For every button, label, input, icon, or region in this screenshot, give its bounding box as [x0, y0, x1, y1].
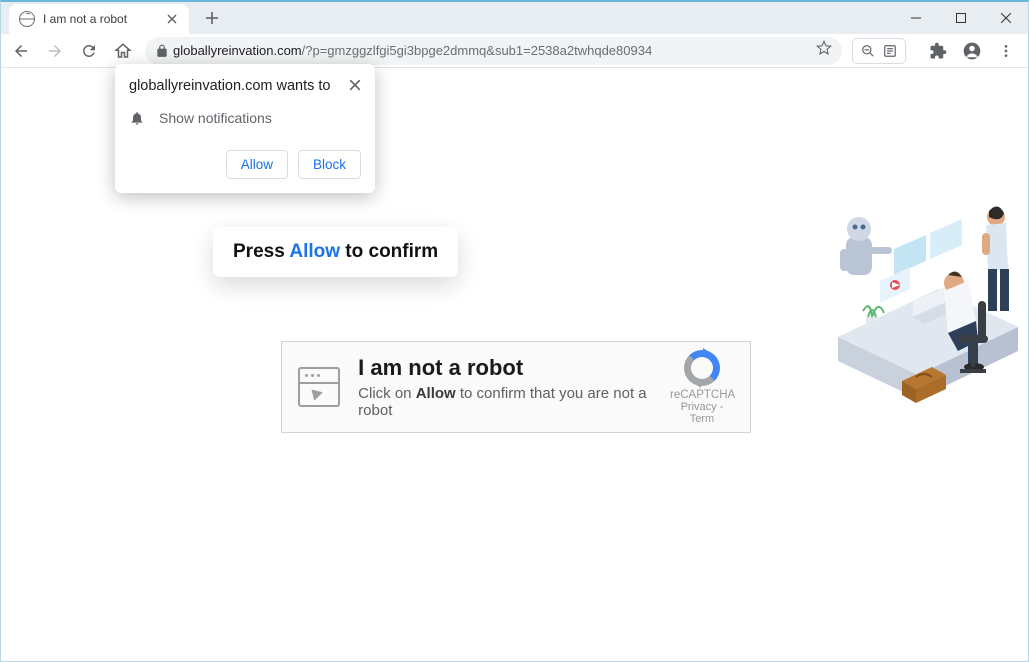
extensions-button[interactable]	[928, 41, 948, 61]
captcha-card: I am not a robot Click on Allow to confi…	[281, 341, 751, 433]
puzzle-icon	[929, 42, 947, 60]
recaptcha-privacy-link[interactable]: Privacy	[681, 401, 717, 413]
user-circle-icon	[962, 41, 982, 61]
permission-close-button[interactable]	[349, 78, 361, 96]
maximize-icon	[956, 13, 966, 23]
block-button[interactable]: Block	[298, 150, 361, 179]
window-controls	[893, 3, 1028, 33]
vertical-dots-icon	[998, 43, 1014, 59]
captcha-subtitle: Click on Allow to confirm that you are n…	[358, 385, 670, 419]
press-allow-prefix: Press	[233, 241, 289, 262]
back-button[interactable]	[9, 39, 33, 63]
globe-icon	[19, 11, 35, 27]
arrow-right-icon	[46, 42, 64, 60]
star-icon	[816, 40, 832, 56]
permission-origin-text: globallyreinvation.com wants to	[129, 78, 331, 94]
forward-button[interactable]	[43, 39, 67, 63]
close-window-button[interactable]	[983, 3, 1028, 33]
home-icon	[114, 42, 132, 60]
recaptcha-label: reCAPTCHA	[670, 389, 734, 401]
url-text: globallyreinvation.com/?p=gmzggzlfgi5gi3…	[173, 43, 652, 58]
press-allow-tooltip: Press Allow to confirm	[213, 227, 458, 277]
permission-option: Show notifications	[129, 110, 361, 126]
bell-icon	[129, 110, 145, 126]
browser-window-icon	[298, 367, 340, 407]
menu-button[interactable]	[996, 41, 1016, 61]
recaptcha-badge: reCAPTCHA Privacy - Term	[670, 350, 734, 425]
allow-button[interactable]: Allow	[226, 150, 288, 179]
recaptcha-icon	[684, 350, 720, 386]
notification-permission-popup: globallyreinvation.com wants to Show not…	[115, 64, 375, 193]
browser-toolbar: globallyreinvation.com/?p=gmzggzlfgi5gi3…	[1, 34, 1028, 68]
close-tab-button[interactable]	[165, 12, 179, 26]
permission-option-label: Show notifications	[159, 110, 272, 126]
lock-icon	[155, 44, 169, 58]
zoom-out-icon	[861, 44, 875, 58]
zoom-control[interactable]	[852, 38, 906, 64]
minimize-icon	[911, 13, 921, 23]
plus-icon	[205, 11, 219, 25]
captcha-title: I am not a robot	[358, 355, 670, 381]
press-allow-suffix: to confirm	[340, 241, 438, 262]
minimize-button[interactable]	[893, 3, 938, 33]
url-path: /?p=gmzggzlfgi5gi3bpge2dmmq&sub1=2538a2t…	[302, 43, 653, 58]
address-bar[interactable]: globallyreinvation.com/?p=gmzggzlfgi5gi3…	[145, 37, 842, 65]
home-button[interactable]	[111, 39, 135, 63]
toolbar-right-group	[928, 41, 1016, 61]
reload-icon	[80, 42, 98, 60]
close-icon	[1001, 13, 1011, 23]
office-illustration	[828, 189, 1028, 414]
recaptcha-terms-link[interactable]: Term	[690, 413, 714, 425]
recaptcha-links: Privacy - Term	[670, 401, 734, 425]
maximize-button[interactable]	[938, 3, 983, 33]
arrow-left-icon	[12, 42, 30, 60]
captcha-text: I am not a robot Click on Allow to confi…	[358, 355, 670, 419]
profile-button[interactable]	[962, 41, 982, 61]
window-titlebar: I am not a robot	[1, 2, 1028, 34]
close-icon	[349, 79, 361, 91]
url-host: globallyreinvation.com	[173, 43, 302, 58]
press-allow-highlight: Allow	[289, 241, 340, 262]
tab-title: I am not a robot	[43, 12, 157, 26]
reader-icon	[883, 44, 897, 58]
browser-tab[interactable]: I am not a robot	[9, 4, 189, 35]
close-icon	[167, 14, 177, 24]
reload-button[interactable]	[77, 39, 101, 63]
new-tab-button[interactable]	[199, 5, 225, 31]
bookmark-button[interactable]	[816, 40, 832, 61]
